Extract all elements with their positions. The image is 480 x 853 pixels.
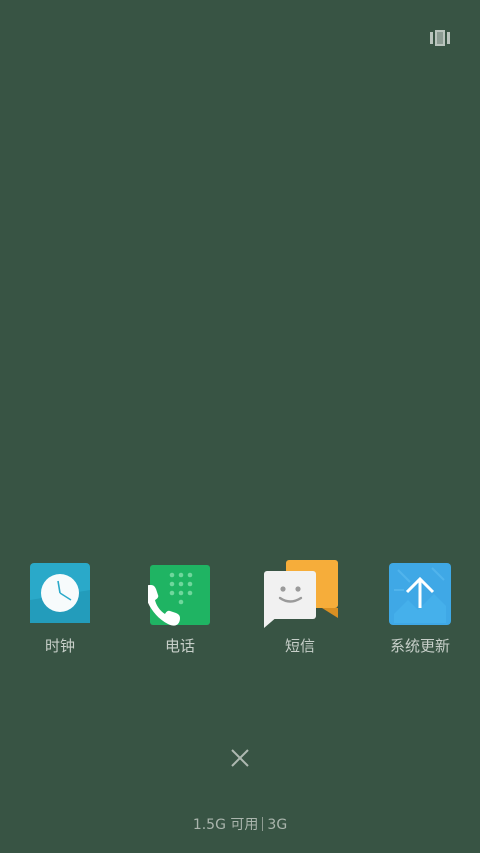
app-label: 系统更新	[389, 637, 450, 655]
clear-all-close-icon[interactable]	[226, 744, 254, 772]
system-update-icon	[388, 560, 452, 626]
memory-divider	[262, 817, 264, 831]
phone-icon	[145, 560, 212, 626]
recent-apps-row: 时钟 电话 短信 系统更新	[0, 556, 480, 666]
memory-available: 1.5G 可用	[192, 817, 259, 833]
app-messages[interactable]: 短信	[240, 556, 360, 666]
app-phone[interactable]: 电话	[120, 556, 240, 666]
clock-icon	[28, 560, 92, 626]
app-label: 电话	[164, 637, 195, 655]
memory-status: 1.5G 可用 3G	[0, 815, 480, 835]
view-toggle-icon[interactable]	[428, 27, 452, 49]
messages-icon	[264, 560, 338, 628]
memory-total: 3G	[267, 817, 288, 833]
recent-apps-screen: 时钟 电话 短信 系统更新 1.5G 可用 3G	[0, 0, 480, 853]
app-label: 时钟	[44, 637, 75, 655]
app-clock[interactable]: 时钟	[0, 556, 120, 666]
app-label: 短信	[284, 637, 315, 655]
app-system-update[interactable]: 系统更新	[360, 556, 480, 666]
